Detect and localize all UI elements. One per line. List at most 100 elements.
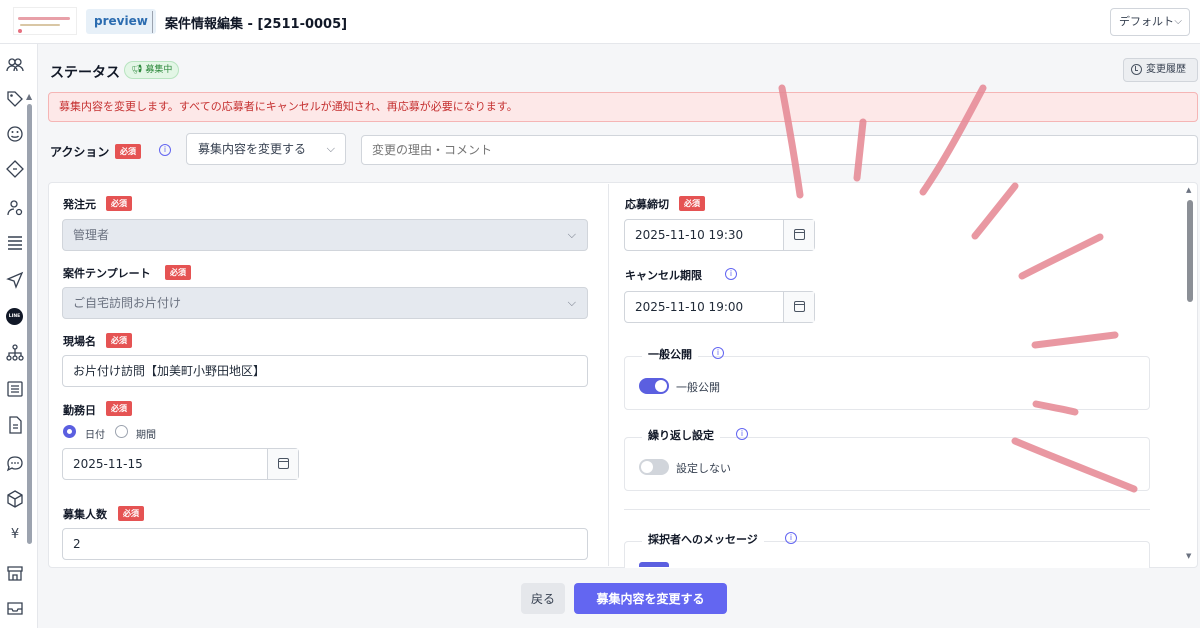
orderer-select: 管理者 ⌵ <box>62 219 588 251</box>
headcount-label: 募集人数 <box>63 508 107 521</box>
orderer-value: 管理者 <box>73 228 110 242</box>
deadline-input[interactable]: 2025-11-10 19:30 <box>624 219 815 251</box>
template-select: ご自宅訪問お片付け ⌵ <box>62 287 588 319</box>
rail-scrollbar[interactable] <box>27 104 32 544</box>
chevron-down-icon: ⌵ <box>326 142 335 155</box>
radio-period-label: 期間 <box>136 430 156 441</box>
chat-icon[interactable] <box>6 454 24 472</box>
clock-icon <box>1131 64 1142 75</box>
public-legend: 一般公開 <box>642 346 698 362</box>
smile-icon[interactable] <box>6 125 24 143</box>
required-badge: 必須 <box>679 196 705 211</box>
chevron-down-icon: ⌵ <box>1174 16 1182 27</box>
required-badge: 必須 <box>115 144 141 159</box>
page-title: 案件情報編集 - [2511-0005] <box>165 17 348 32</box>
scroll-down-icon[interactable]: ▼ <box>1186 552 1191 560</box>
list-icon[interactable] <box>6 234 24 252</box>
info-icon[interactable]: i <box>736 428 748 440</box>
work-date-value: 2025-11-15 <box>73 457 143 471</box>
required-badge: 必須 <box>106 196 132 211</box>
document-icon[interactable] <box>6 416 24 434</box>
headcount-value: 2 <box>73 537 81 551</box>
sidebar-rail: LINE ¥ ▲ ▼ <box>0 44 38 628</box>
cancel-deadline-value: 2025-11-10 19:00 <box>635 300 744 314</box>
template-label: 案件テンプレート <box>63 267 151 280</box>
top-bar: preview 案件情報編集 - [2511-0005] デフォルト ⌵ <box>0 0 1200 44</box>
panel-scrollbar[interactable]: ▲ ▼ <box>1186 186 1194 564</box>
repeat-toggle-label: 設定しない <box>676 462 731 475</box>
view-select[interactable]: デフォルト ⌵ <box>1110 8 1190 36</box>
tray-icon[interactable] <box>6 599 24 617</box>
radio-period[interactable] <box>115 425 128 438</box>
tag-icon[interactable] <box>6 90 24 108</box>
message-legend: 採択者へのメッセージ <box>642 531 764 547</box>
send-icon[interactable] <box>6 271 24 289</box>
info-icon[interactable]: i <box>785 532 797 544</box>
repeat-toggle[interactable] <box>639 459 669 475</box>
cancel-deadline-input[interactable]: 2025-11-10 19:00 <box>624 291 815 323</box>
work-date-label: 勤務日 <box>63 404 96 417</box>
calendar-icon <box>794 229 805 240</box>
status-badge: 📢︎ 募集中 <box>124 61 180 79</box>
company-logo[interactable] <box>13 7 77 35</box>
section-divider <box>624 509 1150 510</box>
store-icon[interactable] <box>6 564 24 582</box>
news-icon[interactable] <box>6 380 24 398</box>
radio-date-label: 日付 <box>85 430 105 441</box>
status-heading: ステータス <box>50 65 120 81</box>
people-icon[interactable] <box>6 56 24 74</box>
chevron-down-icon: ⌵ <box>567 228 576 241</box>
action-select[interactable]: 募集内容を変更する ⌵ <box>186 133 346 165</box>
headcount-input[interactable]: 2 <box>62 528 588 560</box>
ticket-icon[interactable] <box>6 160 24 178</box>
action-select-value: 募集内容を変更する <box>198 142 307 156</box>
site-name-label: 現場名 <box>63 335 96 348</box>
required-badge: 必須 <box>118 506 144 521</box>
calendar-button[interactable] <box>783 220 814 250</box>
radio-date[interactable] <box>63 425 76 438</box>
repeat-legend: 繰り返し設定 <box>642 427 720 443</box>
preview-badge: preview <box>86 9 156 34</box>
alert-message: 募集内容を変更します。すべての応募者にキャンセルが通知され、再応募が必要になりま… <box>59 100 518 113</box>
public-toggle[interactable] <box>639 378 669 394</box>
required-badge: 必須 <box>165 265 191 280</box>
action-label: アクション <box>50 145 110 159</box>
line-icon[interactable]: LINE <box>6 308 23 325</box>
column-divider <box>608 184 609 566</box>
org-chart-icon[interactable] <box>6 344 24 362</box>
public-toggle-label: 一般公開 <box>676 381 720 394</box>
calendar-button[interactable] <box>783 292 814 322</box>
back-button[interactable]: 戻る <box>521 583 565 614</box>
work-date-input[interactable]: 2025-11-15 <box>62 448 299 480</box>
info-icon[interactable]: i <box>159 144 171 156</box>
template-value: ご自宅訪問お片付け <box>73 296 182 310</box>
scroll-thumb[interactable] <box>1187 200 1193 302</box>
history-button-label: 変更履歴 <box>1146 64 1186 75</box>
scroll-up-icon[interactable]: ▲ <box>1186 186 1191 194</box>
info-icon[interactable]: i <box>725 268 737 280</box>
user-settings-icon[interactable] <box>6 199 24 217</box>
deadline-label: 応募締切 <box>625 198 669 211</box>
site-name-input[interactable]: お片付け訪問【加美町小野田地区】 <box>62 355 588 387</box>
box-icon[interactable] <box>6 490 24 508</box>
megaphone-icon: 📢︎ <box>131 65 143 75</box>
calendar-button[interactable] <box>267 449 298 479</box>
rail-scroll-up[interactable]: ▲ <box>26 92 32 101</box>
message-toggle[interactable] <box>639 562 669 567</box>
required-badge: 必須 <box>106 401 132 416</box>
site-name-value: お片付け訪問【加美町小野田地区】 <box>73 364 266 378</box>
view-select-value: デフォルト <box>1119 15 1174 28</box>
chevron-down-icon: ⌵ <box>567 296 576 309</box>
calendar-icon <box>278 458 289 469</box>
submit-change-button[interactable]: 募集内容を変更する <box>574 583 727 614</box>
history-button[interactable]: 変更履歴 <box>1123 58 1198 82</box>
status-badge-label: 募集中 <box>145 65 173 75</box>
cancel-deadline-label: キャンセル期限 <box>625 269 702 282</box>
yen-icon[interactable]: ¥ <box>6 527 24 545</box>
required-badge: 必須 <box>106 333 132 348</box>
warning-alert: 募集内容を変更します。すべての応募者にキャンセルが通知され、再応募が必要になりま… <box>48 92 1198 122</box>
calendar-icon <box>794 301 805 312</box>
reason-comment-input[interactable] <box>361 135 1198 165</box>
header-divider <box>152 11 153 33</box>
info-icon[interactable]: i <box>712 347 724 359</box>
